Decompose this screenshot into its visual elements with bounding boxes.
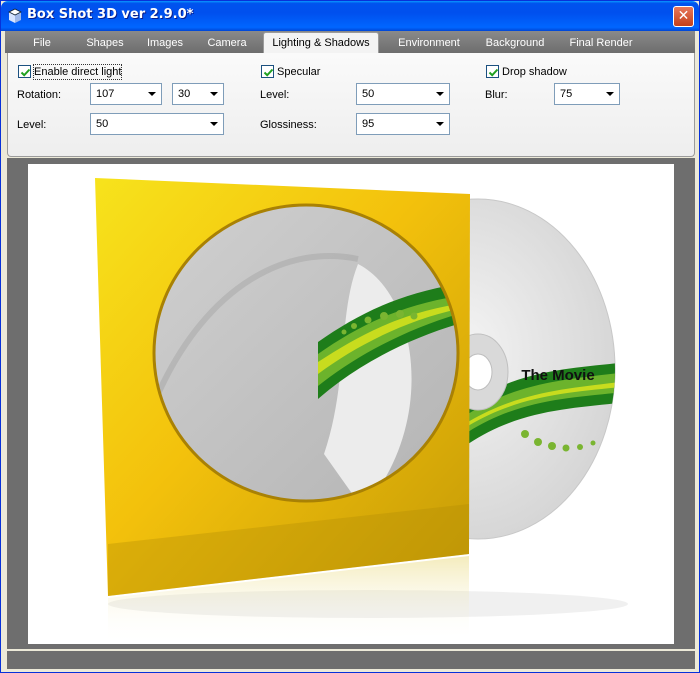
direct-light-level-label: Level: — [17, 119, 47, 131]
title-bar[interactable]: Box Shot 3D ver 2.9.0* ✕ — [1, 1, 699, 31]
disc-sleeve — [95, 178, 470, 596]
tab-background[interactable]: Background — [479, 33, 551, 53]
render-canvas[interactable]: The Movie — [28, 164, 674, 644]
lighting-panel: Enable direct light Rotation: 107 30 Lev… — [7, 53, 695, 157]
chevron-down-icon — [210, 92, 218, 96]
glossiness-label: Glossiness: — [260, 119, 317, 131]
rotation-angle-select[interactable]: 107 — [90, 83, 162, 105]
tab-shapes[interactable]: Shapes — [77, 33, 133, 53]
direct-light-level-value: 50 — [96, 118, 109, 130]
close-button[interactable]: ✕ — [673, 6, 694, 27]
chevron-down-icon — [436, 92, 444, 96]
drop-shadow-label: Drop shadow — [502, 66, 567, 78]
checkbox-box — [18, 65, 31, 78]
rotation-angle-value: 107 — [96, 88, 115, 100]
rotation-elevation-select[interactable]: 30 — [172, 83, 224, 105]
rotation-label: Rotation: — [17, 89, 62, 101]
tab-camera[interactable]: Camera — [201, 33, 253, 53]
glossiness-value: 95 — [362, 118, 375, 130]
specular-level-value: 50 — [362, 88, 375, 100]
app-box-icon — [8, 8, 22, 23]
app-window: Box Shot 3D ver 2.9.0* ✕ File Shapes Ima… — [0, 0, 700, 673]
disc-title: The Movie — [521, 367, 594, 384]
specular-level-select[interactable]: 50 — [356, 83, 450, 105]
tab-environment[interactable]: Environment — [391, 33, 467, 53]
glossiness-select[interactable]: 95 — [356, 113, 450, 135]
checkmark-icon — [20, 68, 31, 77]
chevron-down-icon — [436, 122, 444, 126]
enable-direct-light-label: Enable direct light — [32, 64, 123, 80]
checkbox-box — [486, 65, 499, 78]
box-shot-render: The Movie — [95, 178, 628, 644]
status-bar — [7, 651, 695, 669]
tab-final-render[interactable]: Final Render — [563, 33, 639, 53]
blur-select[interactable]: 75 — [554, 83, 620, 105]
checkmark-icon — [488, 68, 499, 77]
tab-images[interactable]: Images — [139, 33, 191, 53]
tab-lighting-shadows[interactable]: Lighting & Shadows — [263, 32, 379, 54]
checkbox-box — [261, 65, 274, 78]
rotation-elevation-value: 30 — [178, 88, 191, 100]
blur-value: 75 — [560, 88, 573, 100]
checkmark-icon — [263, 68, 274, 77]
direct-light-level-select[interactable]: 50 — [90, 113, 224, 135]
chevron-down-icon — [210, 122, 218, 126]
specular-label: Specular — [277, 66, 321, 78]
preview-viewport: The Movie — [7, 158, 695, 649]
window-title: Box Shot 3D ver 2.9.0* — [27, 7, 194, 22]
tab-bar: File Shapes Images Camera Lighting & Sha… — [5, 31, 695, 54]
specular-level-label: Level: — [260, 89, 290, 101]
chevron-down-icon — [606, 92, 614, 96]
chevron-down-icon — [148, 92, 156, 96]
blur-label: Blur: — [485, 89, 508, 101]
tab-file[interactable]: File — [19, 33, 65, 53]
